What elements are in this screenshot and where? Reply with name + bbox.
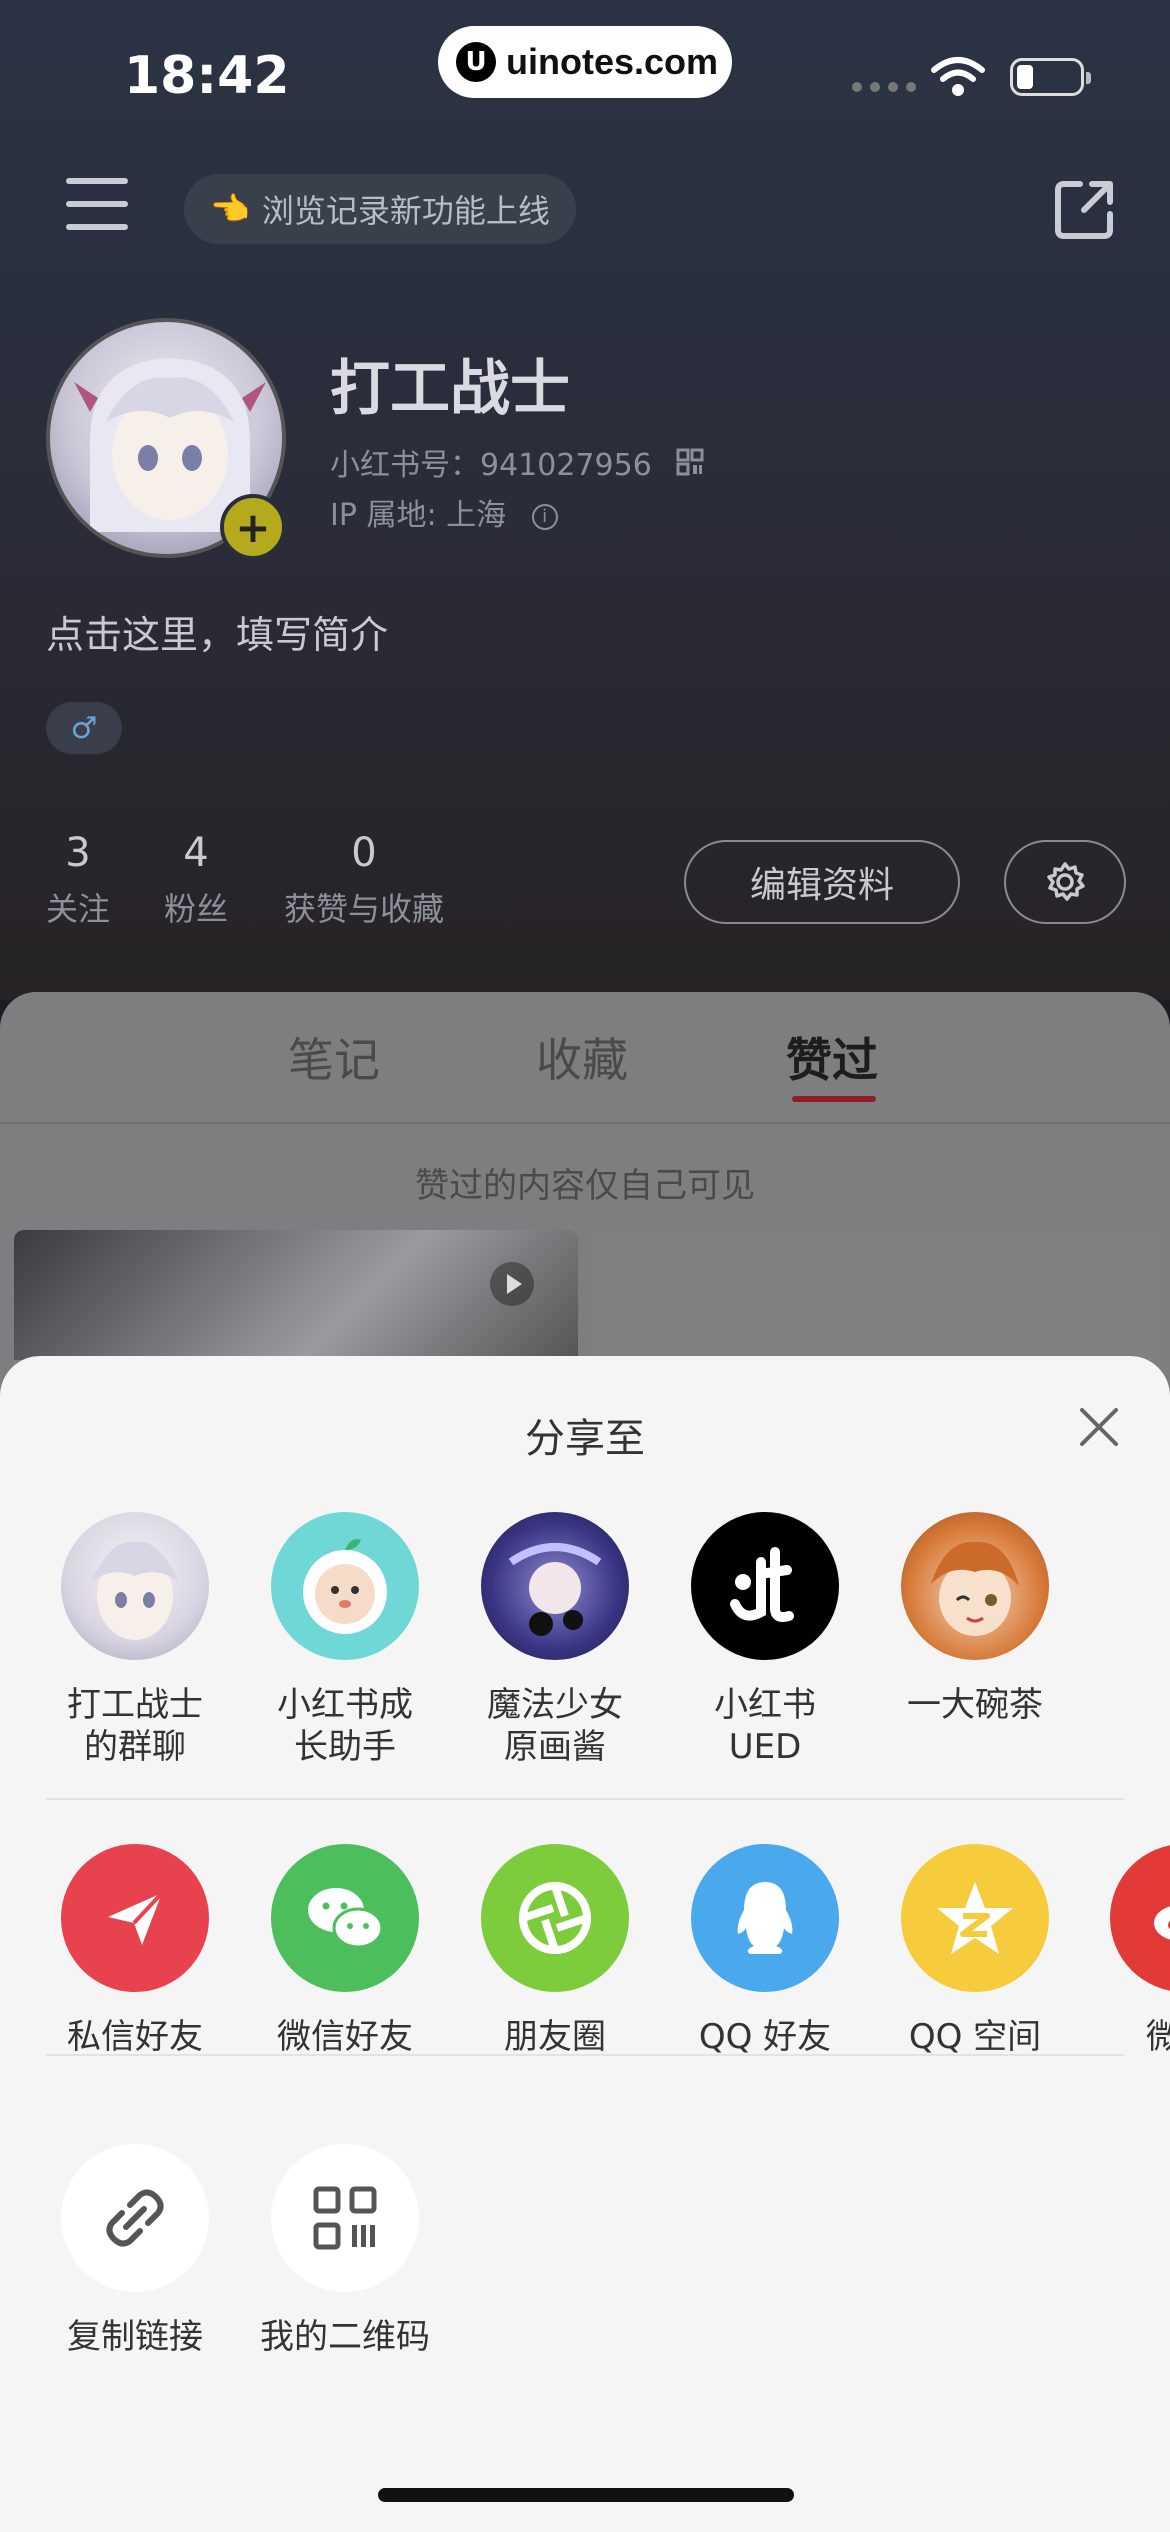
edit-profile-button[interactable]: 编辑资料 bbox=[684, 840, 960, 924]
share-moments[interactable]: 朋友圈 bbox=[450, 1844, 660, 2058]
gear-icon bbox=[1047, 862, 1085, 901]
cellular-signal-icon bbox=[852, 82, 916, 92]
battery-icon bbox=[1010, 58, 1091, 96]
channel-label: 私信好友 bbox=[67, 2017, 203, 2057]
bio-placeholder[interactable]: 点击这里，填写简介 bbox=[46, 604, 388, 659]
share-qq-friends[interactable]: QQ 好友 bbox=[660, 1844, 870, 2058]
profile-tabs: 笔记 收藏 赞过 bbox=[0, 1024, 1170, 1124]
contact-label: 小红书 UED bbox=[714, 1685, 816, 1767]
share-sheet-title: 分享至 bbox=[525, 1416, 645, 1462]
liked-note-card[interactable] bbox=[14, 1230, 578, 1360]
section-divider bbox=[46, 2054, 1124, 2056]
paper-plane-icon bbox=[61, 1844, 209, 1992]
history-banner-text: 浏览记录新功能上线 bbox=[261, 192, 550, 230]
stat-value: 3 bbox=[65, 830, 91, 876]
stat-value: 0 bbox=[351, 830, 377, 876]
pointing-hand-icon: 👈 bbox=[210, 190, 250, 228]
contact-ued[interactable]: 小红书 UED bbox=[660, 1512, 870, 1768]
group-chat-avatar-icon bbox=[61, 1512, 209, 1660]
stat-label: 粉丝 bbox=[164, 890, 229, 928]
wechat-icon bbox=[271, 1844, 419, 1992]
liked-note-card[interactable] bbox=[590, 1230, 1160, 1360]
qr-code-icon[interactable] bbox=[676, 448, 704, 476]
channel-label: 朋友圈 bbox=[504, 2017, 606, 2057]
assistant-avatar-icon bbox=[271, 1512, 419, 1660]
home-indicator[interactable] bbox=[378, 2488, 794, 2502]
video-play-icon bbox=[490, 1262, 534, 1306]
contact-label: 魔法少女 原画酱 bbox=[487, 1685, 623, 1767]
stat-label: 关注 bbox=[46, 890, 111, 928]
red-id: 小红书号：941027956 bbox=[330, 448, 652, 483]
copy-link-button[interactable]: 复制链接 bbox=[30, 2144, 240, 2358]
qq-icon bbox=[691, 1844, 839, 1992]
menu-icon[interactable] bbox=[66, 178, 128, 230]
channel-label: 微 bbox=[1146, 2017, 1170, 2057]
status-time: 18:42 bbox=[124, 46, 290, 106]
info-icon[interactable]: i bbox=[531, 503, 558, 530]
tab-divider bbox=[0, 1122, 1170, 1124]
stat-value: 4 bbox=[183, 830, 209, 876]
tab-liked[interactable]: 赞过 bbox=[786, 1024, 878, 1090]
contact-label: 小红书成 长助手 bbox=[277, 1685, 413, 1767]
share-sheet: 分享至 打工战士 的群聊 小红书成 长助手 魔法少女 原画酱 小红书 UED 一… bbox=[0, 1356, 1170, 2532]
share-private-message[interactable]: 私信好友 bbox=[30, 1844, 240, 2058]
action-label: 我的二维码 bbox=[260, 2317, 430, 2357]
share-wechat-friends[interactable]: 微信好友 bbox=[240, 1844, 450, 2058]
stat-followers[interactable]: 4 粉丝 bbox=[164, 830, 228, 930]
qr-code-icon bbox=[271, 2144, 419, 2292]
section-divider bbox=[46, 1798, 1124, 1800]
action-label: 复制链接 bbox=[67, 2317, 203, 2357]
weibo-icon bbox=[1110, 1844, 1170, 1992]
channel-label: QQ 好友 bbox=[698, 2017, 832, 2057]
qzone-icon bbox=[901, 1844, 1049, 1992]
contact-label: 一大碗茶 bbox=[907, 1685, 1043, 1725]
watermark-text: uinotes.com bbox=[506, 41, 719, 82]
history-feature-banner[interactable]: 👈 浏览记录新功能上线 bbox=[184, 174, 576, 244]
active-tab-indicator bbox=[792, 1096, 876, 1102]
ip-location: IP 属地: 上海 bbox=[330, 498, 507, 533]
tea-avatar-icon bbox=[901, 1512, 1049, 1660]
profile-name: 打工战士 bbox=[330, 354, 570, 424]
contact-tea[interactable]: 一大碗茶 bbox=[870, 1512, 1080, 1726]
my-qr-code-button[interactable]: 我的二维码 bbox=[240, 2144, 450, 2358]
tab-notes[interactable]: 笔记 bbox=[288, 1024, 380, 1090]
contact-group-chat[interactable]: 打工战士 的群聊 bbox=[30, 1512, 240, 1768]
settings-button[interactable] bbox=[1004, 840, 1126, 924]
channel-label: QQ 空间 bbox=[908, 2017, 1042, 2057]
stat-following[interactable]: 3 关注 bbox=[46, 830, 110, 930]
close-icon[interactable] bbox=[1074, 1402, 1124, 1452]
wifi-icon bbox=[931, 57, 985, 96]
share-icon[interactable] bbox=[1054, 178, 1116, 240]
ip-location-row: IP 属地: 上海 i bbox=[330, 490, 558, 534]
contact-magic-girl[interactable]: 魔法少女 原画酱 bbox=[450, 1512, 660, 1768]
add-avatar-button[interactable]: + bbox=[220, 494, 286, 560]
watermark-logo-icon: U bbox=[456, 42, 496, 82]
watermark-badge: U uinotes.com bbox=[438, 26, 732, 98]
tab-collections[interactable]: 收藏 bbox=[536, 1024, 628, 1090]
status-bar: 18:42 U uinotes.com bbox=[0, 0, 1170, 150]
red-id-row[interactable]: 小红书号：941027956 bbox=[330, 440, 704, 484]
ued-avatar-icon bbox=[691, 1512, 839, 1660]
contact-label: 打工战士 的群聊 bbox=[67, 1685, 203, 1767]
liked-privacy-note: 赞过的内容仅自己可见 bbox=[415, 1166, 755, 1206]
share-qzone[interactable]: QQ 空间 bbox=[870, 1844, 1080, 2058]
link-icon bbox=[61, 2144, 209, 2292]
channel-label: 微信好友 bbox=[277, 2017, 413, 2057]
magic-girl-avatar-icon bbox=[481, 1512, 629, 1660]
stat-likes-collects[interactable]: 0 获赞与收藏 bbox=[284, 830, 444, 930]
contact-assistant[interactable]: 小红书成 长助手 bbox=[240, 1512, 450, 1768]
stat-label: 获赞与收藏 bbox=[284, 890, 445, 928]
share-weibo[interactable]: 微 bbox=[1080, 1844, 1170, 2058]
gender-male-icon: ♂ bbox=[46, 702, 122, 754]
moments-icon bbox=[481, 1844, 629, 1992]
